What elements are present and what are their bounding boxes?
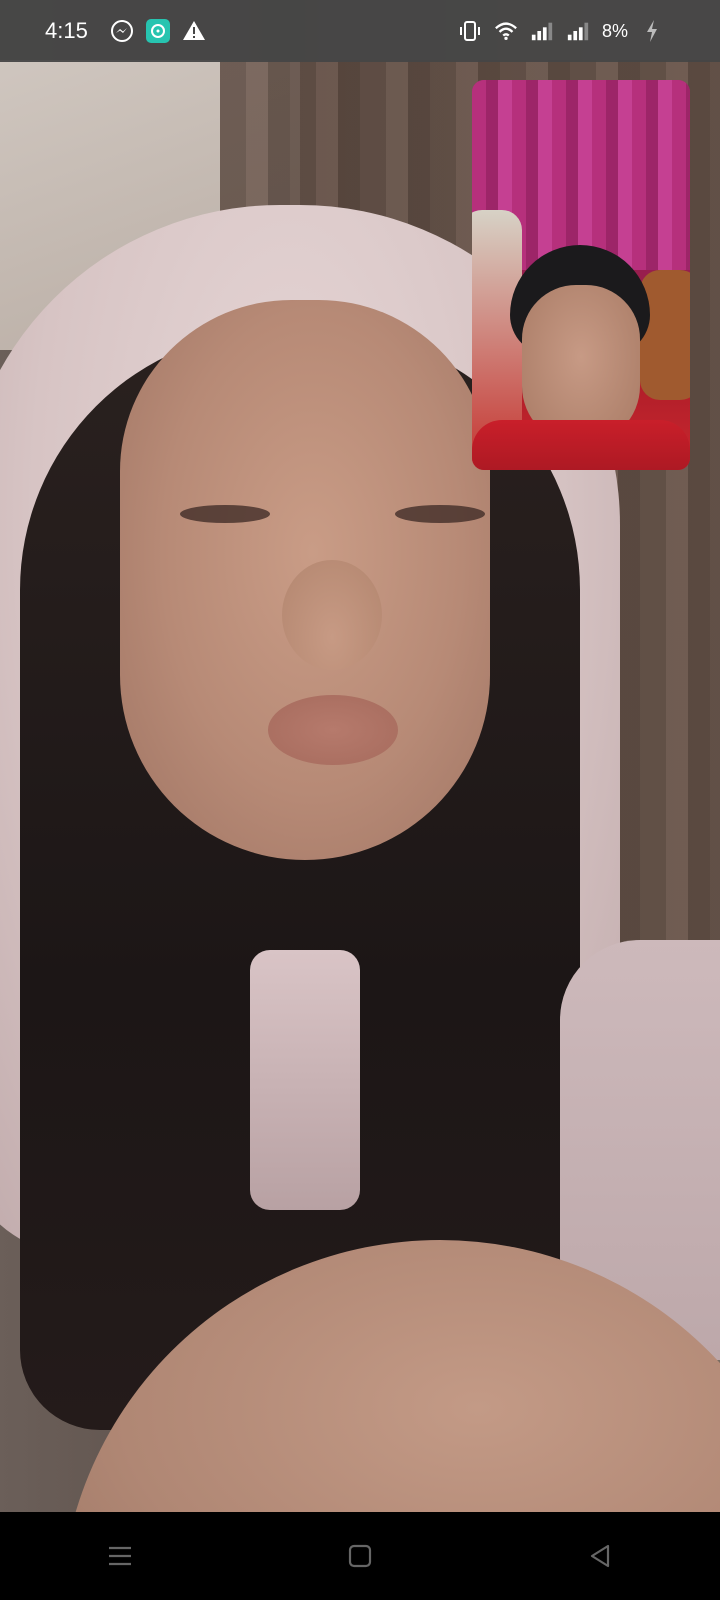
- messenger-icon: [110, 19, 134, 43]
- preview-headboard: [640, 270, 690, 400]
- recent-apps-icon: [109, 1546, 131, 1566]
- chat-app-icon: [146, 19, 170, 43]
- vibrate-icon: [458, 19, 482, 43]
- collar: [250, 950, 360, 1210]
- battery-percentage: 8%: [601, 20, 628, 41]
- recent-apps-button[interactable]: [90, 1526, 150, 1586]
- system-status-icons: 8%: [458, 19, 664, 43]
- home-button[interactable]: [330, 1526, 390, 1586]
- nose: [282, 560, 382, 670]
- left-eye: [180, 505, 270, 523]
- navigation-bar: [0, 1512, 720, 1600]
- preview-shirt: [472, 420, 690, 470]
- home-icon: [348, 1544, 372, 1568]
- status-time: 4:15: [45, 18, 88, 43]
- right-eye: [395, 505, 485, 523]
- wifi-icon: [494, 19, 518, 43]
- charging-icon: [640, 19, 664, 43]
- self-view-preview[interactable]: [472, 80, 690, 470]
- warning-icon: [182, 19, 206, 43]
- signal-icon-2: [566, 19, 590, 43]
- notification-icons: [110, 19, 206, 43]
- lips: [268, 695, 398, 765]
- back-icon: [590, 1544, 610, 1568]
- status-bar: 4:15 8%: [0, 0, 720, 62]
- signal-icon: [530, 19, 554, 43]
- back-button[interactable]: [570, 1526, 630, 1586]
